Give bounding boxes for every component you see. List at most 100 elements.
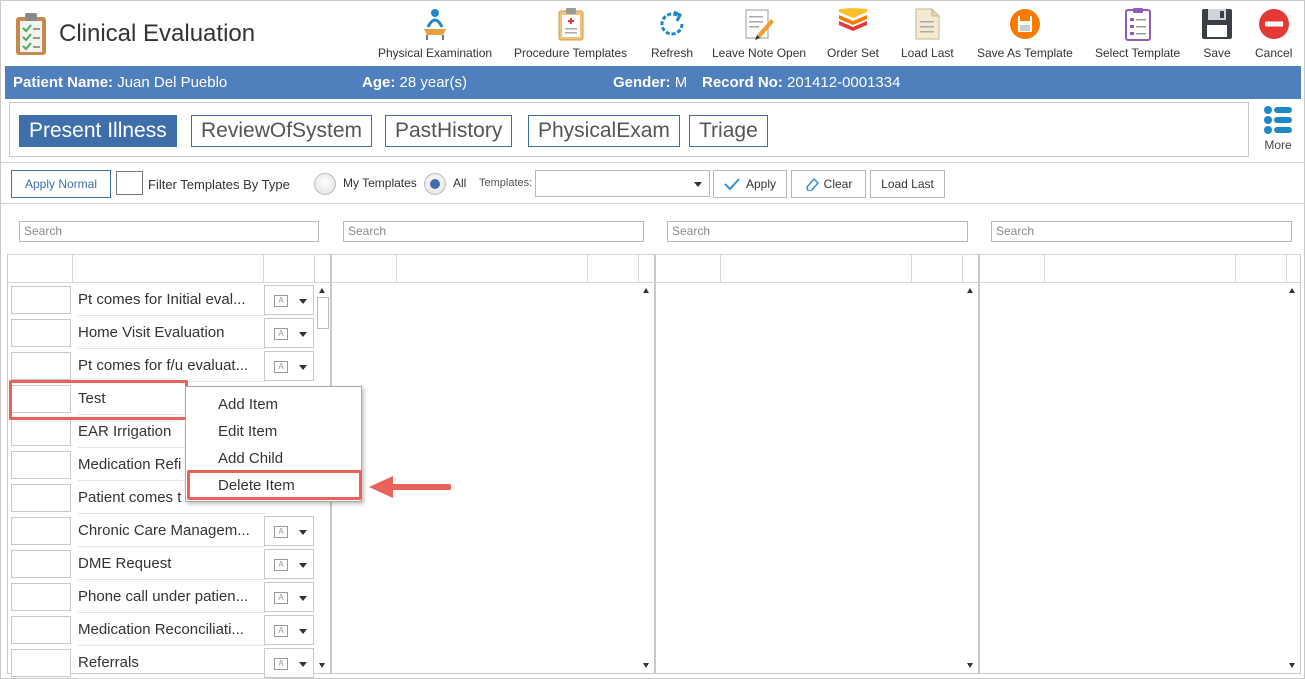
menu-item-add-child[interactable]: Add Child: [218, 450, 283, 467]
scroll-up-icon[interactable]: [643, 288, 649, 293]
search-input-1[interactable]: Search: [19, 221, 319, 242]
chevron-down-icon: [299, 332, 307, 337]
scroll-up-icon[interactable]: [967, 288, 973, 293]
format-dropdown[interactable]: A: [264, 351, 314, 381]
app-header: Clinical Evaluation: [13, 11, 255, 57]
templates-label: Templates:: [479, 177, 533, 189]
apply-normal-button[interactable]: Apply Normal: [11, 170, 111, 198]
format-dropdown[interactable]: A: [264, 648, 314, 678]
physical-examination-button[interactable]: Physical Examination: [378, 7, 492, 60]
menu-item-edit-item[interactable]: Edit Item: [218, 423, 277, 440]
patient-age: Age: 28 year(s): [362, 74, 468, 91]
format-dropdown[interactable]: A: [264, 318, 314, 348]
item-value-input[interactable]: [11, 286, 71, 314]
text-format-icon: A: [274, 658, 288, 670]
note-pencil-icon: [745, 9, 775, 40]
templates-dropdown[interactable]: [535, 170, 710, 197]
my-templates-radio[interactable]: [314, 173, 336, 195]
text-format-icon: A: [274, 559, 288, 571]
grid-header: [656, 255, 978, 283]
apply-button[interactable]: Apply: [713, 170, 787, 198]
patient-record-number: Record No: 201412-0001334: [702, 74, 901, 91]
list-item[interactable]: Phone call under patien... A: [8, 580, 320, 613]
select-template-button[interactable]: Select Template: [1095, 7, 1180, 60]
all-radio[interactable]: [424, 173, 446, 195]
format-dropdown[interactable]: A: [264, 549, 314, 579]
list-item[interactable]: Home Visit Evaluation A: [8, 316, 320, 349]
search-input-2[interactable]: Search: [343, 221, 644, 242]
cancel-button[interactable]: Cancel: [1255, 7, 1292, 60]
item-value-input[interactable]: [11, 550, 71, 578]
search-input-4[interactable]: Search: [991, 221, 1292, 242]
chevron-down-icon: [299, 563, 307, 568]
refresh-icon: [660, 10, 684, 36]
list-item[interactable]: Medication Reconciliati... A: [8, 613, 320, 646]
tab-triage[interactable]: Triage: [689, 115, 768, 147]
clipboard-app-icon: [16, 13, 46, 55]
refresh-button[interactable]: Refresh: [651, 7, 693, 60]
item-value-input[interactable]: [11, 418, 71, 446]
toolbar-label: Save As Template: [977, 46, 1073, 60]
scroll-down-icon[interactable]: [643, 663, 649, 668]
text-format-icon: A: [274, 295, 288, 307]
load-last-button[interactable]: Load Last: [870, 170, 945, 198]
grid-4-scrollbar[interactable]: [1286, 283, 1300, 675]
format-dropdown[interactable]: A: [264, 285, 314, 315]
item-value-input[interactable]: [11, 319, 71, 347]
item-value-input[interactable]: [11, 583, 71, 611]
order-set-button[interactable]: Order Set: [827, 7, 879, 60]
cancel-icon: [1258, 9, 1289, 39]
list-item[interactable]: Pt comes for f/u evaluat... A: [8, 349, 320, 382]
scroll-up-icon[interactable]: [1289, 288, 1295, 293]
app-window: Clinical Evaluation Physical Examination…: [0, 0, 1305, 679]
item-value-input[interactable]: [11, 616, 71, 644]
list-item-label: Medication Reconciliati...: [78, 613, 266, 646]
clear-button[interactable]: Clear: [791, 170, 866, 198]
tab-bar: Present Illness ReviewOfSystem PastHisto…: [9, 102, 1249, 157]
grid-header: [8, 255, 330, 283]
grid-3-scrollbar[interactable]: [964, 283, 978, 675]
tab-past-history[interactable]: PastHistory: [385, 115, 513, 147]
eraser-icon: [805, 177, 819, 191]
tab-physical-exam[interactable]: PhysicalExam: [528, 115, 680, 147]
item-value-input[interactable]: [11, 352, 71, 380]
format-dropdown[interactable]: A: [264, 615, 314, 645]
more-button[interactable]: More: [1258, 104, 1298, 152]
scroll-down-icon[interactable]: [967, 663, 973, 668]
text-format-icon: A: [274, 328, 288, 340]
item-value-input[interactable]: [11, 649, 71, 677]
my-templates-label: My Templates: [343, 176, 417, 190]
search-input-3[interactable]: Search: [667, 221, 968, 242]
list-item-label: Pt comes for f/u evaluat...: [78, 349, 266, 382]
load-last-toolbar-button[interactable]: Load Last: [901, 7, 954, 60]
physical-exam-icon: [424, 9, 447, 40]
text-format-icon: A: [274, 592, 288, 604]
annotation-arrow-icon: [369, 476, 451, 498]
save-template-icon: [1009, 9, 1040, 39]
tab-review-of-system[interactable]: ReviewOfSystem: [191, 115, 373, 147]
page-title: Clinical Evaluation: [59, 20, 256, 47]
menu-item-add-item[interactable]: Add Item: [218, 396, 278, 413]
leave-note-open-button[interactable]: Leave Note Open: [712, 7, 806, 60]
format-dropdown[interactable]: A: [264, 582, 314, 612]
toolbar-label: Refresh: [651, 46, 694, 60]
save-button[interactable]: Save: [1199, 7, 1235, 60]
filter-by-type-checkbox[interactable]: [116, 171, 143, 195]
list-item[interactable]: Pt comes for Initial eval... A: [8, 283, 320, 316]
tab-present-illness[interactable]: Present Illness: [19, 115, 177, 147]
test-row-highlight: [9, 380, 188, 420]
procedure-templates-button[interactable]: Procedure Templates: [514, 7, 627, 60]
item-value-input[interactable]: [11, 484, 71, 512]
format-dropdown[interactable]: A: [264, 516, 314, 546]
scroll-down-icon[interactable]: [1289, 663, 1295, 668]
list-item[interactable]: Referrals A: [8, 646, 320, 679]
filter-toolbar: Apply Normal Filter Templates By Type My…: [1, 162, 1305, 204]
checkmark-icon: [724, 178, 740, 191]
item-value-input[interactable]: [11, 451, 71, 479]
list-item[interactable]: Chronic Care Managem... A: [8, 514, 320, 547]
save-as-template-button[interactable]: Save As Template: [977, 7, 1073, 60]
item-value-input[interactable]: [11, 517, 71, 545]
toolbar-label: Save: [1203, 46, 1231, 60]
grid-2-scrollbar[interactable]: [640, 283, 654, 675]
list-item[interactable]: DME Request A: [8, 547, 320, 580]
